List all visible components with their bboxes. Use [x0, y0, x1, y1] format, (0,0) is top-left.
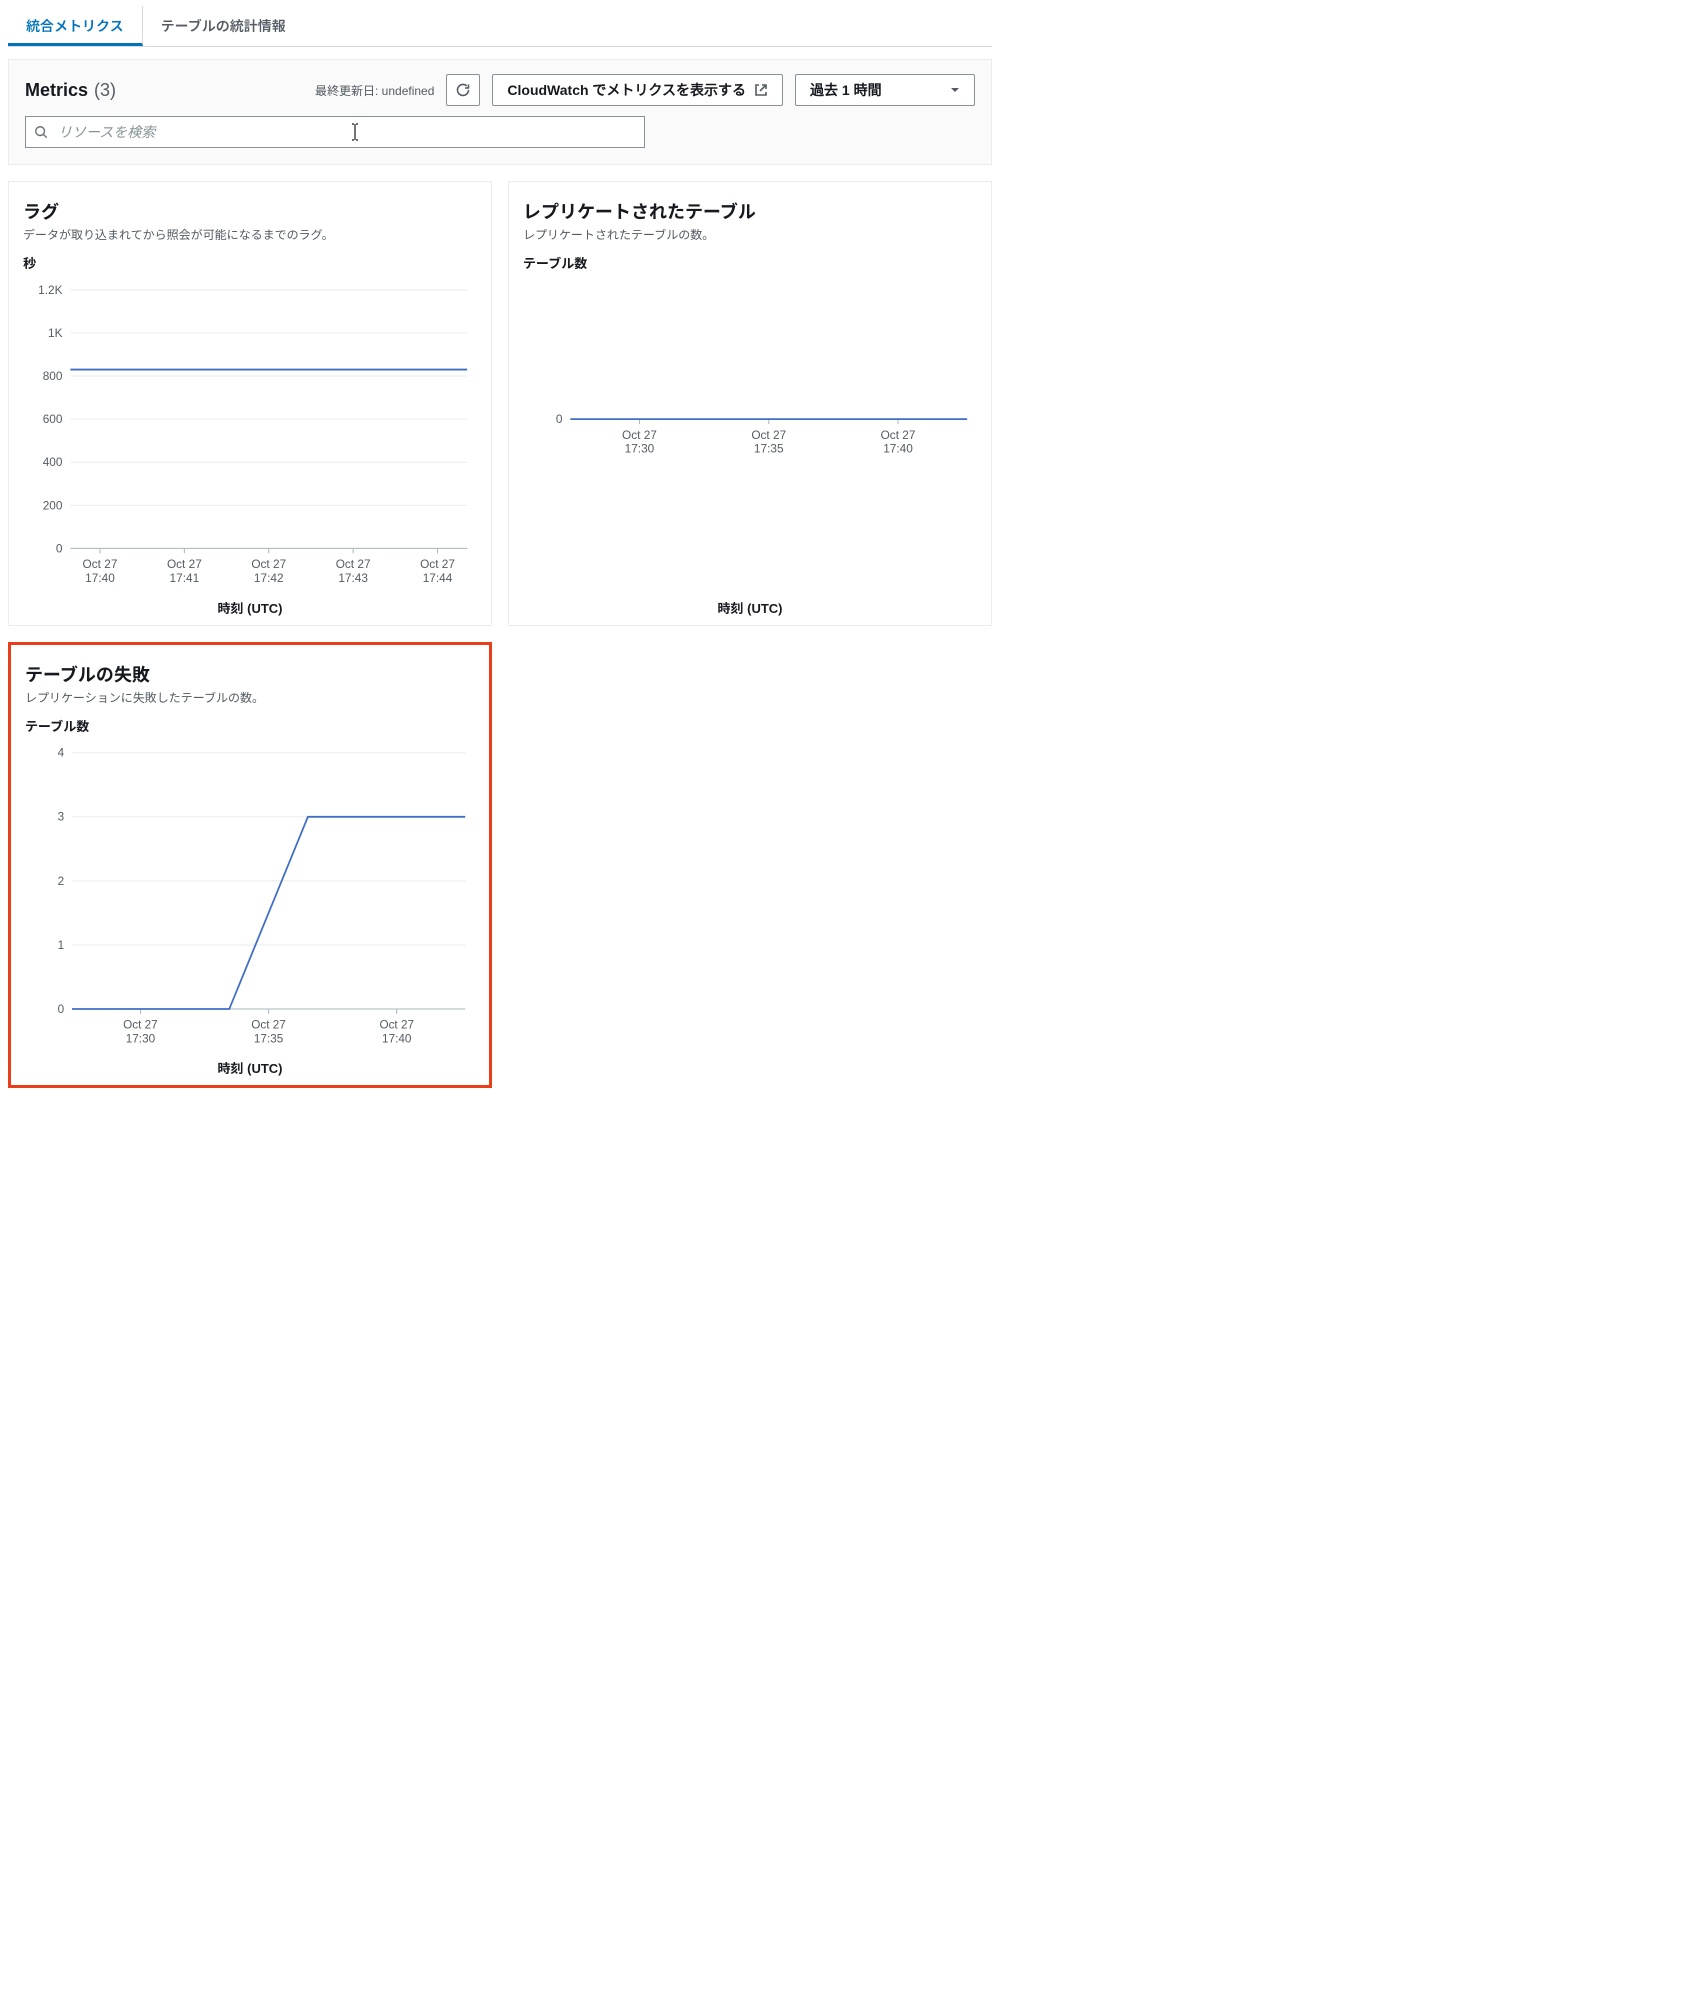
open-cloudwatch-label: CloudWatch でメトリクスを表示する — [507, 80, 746, 100]
chart-card-lag: ラグ データが取り込まれてから照会が可能になるまでのラグ。 秒 0 200 400 6… — [8, 181, 492, 626]
panel-count: (3) — [94, 80, 116, 101]
tab-table-stats[interactable]: テーブルの統計情報 — [143, 6, 305, 46]
last-updated-label: 最終更新日: undefined — [315, 82, 434, 99]
metrics-toolbar-panel: Metrics (3) 最終更新日: undefined CloudWatch … — [8, 59, 992, 165]
search-input[interactable] — [56, 123, 636, 141]
svg-text:0: 0 — [56, 541, 63, 555]
chart-failed-ylabel: テーブル数 — [25, 716, 475, 735]
svg-text:17:44: 17:44 — [423, 571, 453, 585]
search-icon — [34, 125, 48, 139]
chart-lag-plot: 02004006008001K1.2KOct 2717:40Oct 2717:4… — [23, 278, 477, 594]
svg-text:17:40: 17:40 — [382, 1032, 412, 1045]
svg-text:3: 3 — [58, 811, 65, 824]
svg-text:17:40: 17:40 — [85, 571, 115, 585]
chart-card-replicated: レプリケートされたテーブル レプリケートされたテーブルの数。 テーブル数 0 Oc… — [508, 181, 992, 626]
chart-replicated-xlabel: 時刻 (UTC) — [523, 598, 977, 617]
svg-text:2: 2 — [58, 875, 65, 888]
chart-lag-title: ラグ — [23, 198, 477, 224]
svg-text:Oct 27: Oct 27 — [251, 557, 286, 571]
time-range-select[interactable]: 過去 1 時間 — [795, 74, 975, 106]
svg-text:Oct 27: Oct 27 — [123, 1018, 158, 1031]
chart-failed-subtitle: レプリケーションに失敗したテーブルの数。 — [25, 689, 475, 706]
open-cloudwatch-button[interactable]: CloudWatch でメトリクスを表示する — [492, 74, 783, 106]
svg-text:17:42: 17:42 — [254, 571, 284, 585]
chart-replicated-title: レプリケートされたテーブル — [523, 198, 977, 224]
svg-text:17:41: 17:41 — [170, 571, 200, 585]
svg-text:Oct 27: Oct 27 — [83, 557, 118, 571]
chart-replicated-ylabel: テーブル数 — [523, 253, 977, 272]
svg-text:Oct 27: Oct 27 — [336, 557, 371, 571]
time-range-label: 過去 1 時間 — [810, 80, 882, 100]
refresh-icon — [455, 82, 471, 98]
external-link-icon — [754, 83, 768, 97]
chart-failed-title: テーブルの失敗 — [25, 661, 475, 687]
svg-text:1: 1 — [58, 939, 65, 952]
svg-text:Oct 27: Oct 27 — [379, 1018, 414, 1031]
svg-text:17:30: 17:30 — [126, 1032, 156, 1045]
svg-text:17:43: 17:43 — [338, 571, 368, 585]
svg-text:17:40: 17:40 — [883, 442, 913, 456]
svg-text:17:35: 17:35 — [754, 442, 784, 456]
panel-title: Metrics (3) — [25, 80, 116, 101]
svg-text:17:30: 17:30 — [625, 442, 655, 456]
chart-lag-xlabel: 時刻 (UTC) — [23, 598, 477, 617]
svg-text:Oct 27: Oct 27 — [881, 428, 916, 442]
chart-lag-subtitle: データが取り込まれてから照会が可能になるまでのラグ。 — [23, 226, 477, 243]
svg-text:1.2K: 1.2K — [38, 283, 62, 297]
svg-text:200: 200 — [43, 498, 63, 512]
svg-text:4: 4 — [58, 746, 65, 759]
svg-text:600: 600 — [43, 412, 63, 426]
chart-failed-xlabel: 時刻 (UTC) — [25, 1058, 475, 1077]
search-field-wrap[interactable] — [25, 116, 645, 148]
svg-text:17:35: 17:35 — [254, 1032, 284, 1045]
panel-title-text: Metrics — [25, 80, 88, 101]
svg-text:Oct 27: Oct 27 — [751, 428, 786, 442]
svg-text:Oct 27: Oct 27 — [420, 557, 455, 571]
svg-text:0: 0 — [58, 1003, 65, 1016]
svg-text:400: 400 — [43, 455, 63, 469]
chart-replicated-subtitle: レプリケートされたテーブルの数。 — [523, 226, 977, 243]
svg-text:0: 0 — [556, 412, 563, 426]
svg-text:Oct 27: Oct 27 — [251, 1018, 286, 1031]
svg-text:Oct 27: Oct 27 — [622, 428, 657, 442]
svg-text:Oct 27: Oct 27 — [167, 557, 202, 571]
chart-card-failed: テーブルの失敗 レプリケーションに失敗したテーブルの数。 テーブル数 0 1 2 3 4… — [8, 642, 492, 1088]
chart-replicated-plot: 0Oct 2717:30Oct 2717:35Oct 2717:40 — [523, 278, 977, 594]
tabs: 統合メトリクス テーブルの統計情報 — [8, 0, 992, 47]
svg-text:800: 800 — [43, 369, 63, 383]
chevron-down-icon — [950, 85, 960, 95]
chart-failed-plot: 01234Oct 2717:30Oct 2717:35Oct 2717:40 — [25, 741, 475, 1054]
chart-lag-ylabel: 秒 — [23, 253, 477, 272]
refresh-button[interactable] — [446, 74, 480, 106]
svg-text:1K: 1K — [48, 326, 63, 340]
tab-integrated-metrics[interactable]: 統合メトリクス — [8, 6, 143, 46]
